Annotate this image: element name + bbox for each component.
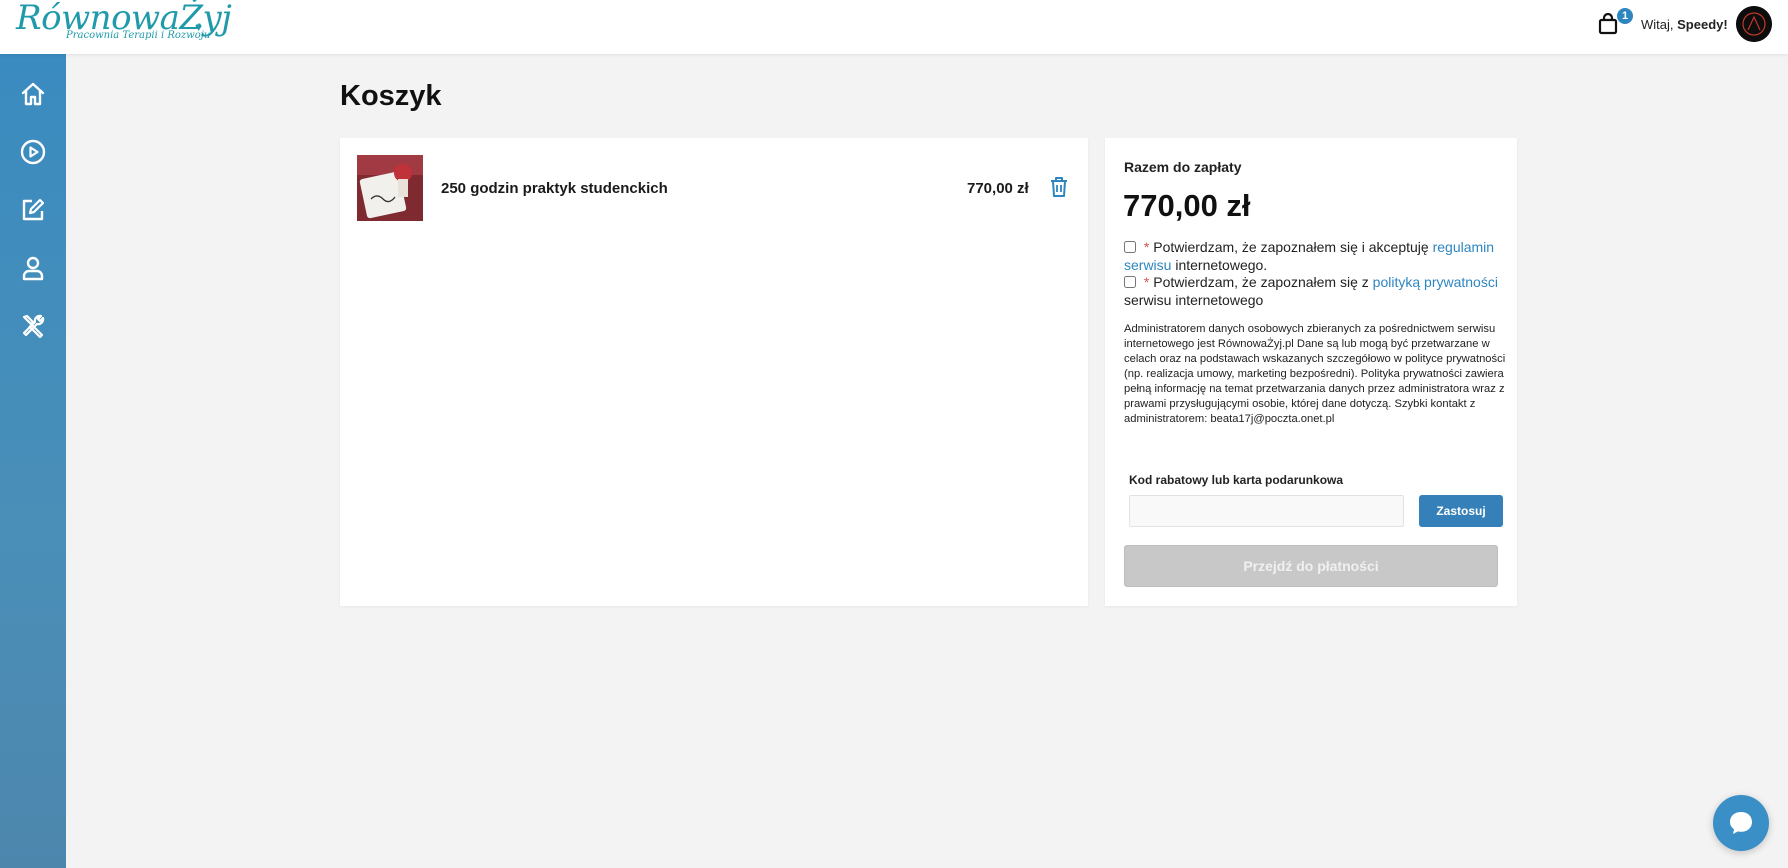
trash-icon [1051, 177, 1067, 197]
order-summary-panel: Razem do zapłaty 770,00 zł * Potwierdzam… [1105, 138, 1517, 606]
terms-consent-text: Potwierdzam, że zapoznałem się i akceptu… [1153, 239, 1429, 255]
product-image [357, 155, 423, 221]
terms-consent-suffix: internetowego. [1175, 257, 1268, 273]
privacy-checkbox[interactable] [1124, 276, 1136, 288]
home-icon [21, 82, 45, 106]
avatar-image [1736, 6, 1772, 42]
sidebar-item-notes[interactable] [17, 194, 49, 226]
promo-code-label: Kod rabatowy lub karta podarunkowa [1129, 473, 1344, 487]
user-name: Speedy! [1677, 17, 1728, 32]
logo[interactable]: RównowaŻyj Pracownia Terapii i Rozwoju ♥ [14, 0, 232, 50]
edit-icon [22, 198, 45, 221]
privacy-consent-suffix: serwisu internetowego [1124, 292, 1264, 308]
promo-code-input[interactable] [1129, 495, 1404, 527]
cart-count-badge: 1 [1617, 8, 1633, 24]
heart-icon: ♥ [195, 20, 203, 34]
avatar[interactable] [1736, 6, 1772, 42]
logo-subtitle: Pracownia Terapii i Rozwoju [66, 30, 211, 41]
play-circle-icon [20, 139, 46, 165]
cart-items-panel: 250 godzin praktyk studenckich 770,00 zł [340, 138, 1088, 606]
product-name[interactable]: 250 godzin praktyk studenckich [441, 180, 668, 197]
product-price: 770,00 zł [967, 180, 1029, 197]
tools-icon [22, 314, 45, 339]
sidebar [0, 54, 66, 868]
chat-widget-button[interactable] [1713, 795, 1769, 851]
remove-item-button[interactable] [1049, 176, 1069, 198]
user-greeting: Witaj, Speedy! [1641, 17, 1728, 32]
terms-consent: * Potwierdzam, że zapoznałem się i akcep… [1124, 238, 1504, 274]
sidebar-item-profile[interactable] [17, 252, 49, 284]
privacy-policy-link[interactable]: polityką prywatności [1373, 274, 1498, 290]
sidebar-item-home[interactable] [17, 78, 49, 110]
terms-checkbox[interactable] [1124, 241, 1136, 253]
sidebar-item-settings[interactable] [17, 310, 49, 342]
sidebar-item-videos[interactable] [17, 136, 49, 168]
page-title: Koszyk [340, 80, 442, 112]
total-amount: 770,00 zł [1123, 188, 1251, 223]
apply-promo-button[interactable]: Zastosuj [1419, 495, 1503, 527]
greeting-prefix: Witaj, [1641, 17, 1678, 32]
top-bar: RównowaŻyj Pracownia Terapii i Rozwoju ♥… [0, 0, 1788, 54]
product-thumbnail[interactable] [357, 155, 423, 221]
total-label: Razem do zapłaty [1124, 159, 1242, 175]
cart-button[interactable] [1597, 12, 1619, 36]
privacy-consent-text: Potwierdzam, że zapoznałem się z [1153, 274, 1369, 290]
chat-bubble-icon [1730, 812, 1752, 834]
privacy-consent: * Potwierdzam, że zapoznałem się z polit… [1124, 273, 1504, 309]
data-admin-notice: Administratorem danych osobowych zbieran… [1124, 323, 1506, 425]
user-icon [22, 256, 44, 281]
required-mark: * [1143, 274, 1150, 290]
shopping-bag-icon [1598, 12, 1618, 35]
required-mark: * [1143, 239, 1150, 255]
proceed-to-payment-button[interactable]: Przejdź do płatności [1124, 545, 1498, 587]
